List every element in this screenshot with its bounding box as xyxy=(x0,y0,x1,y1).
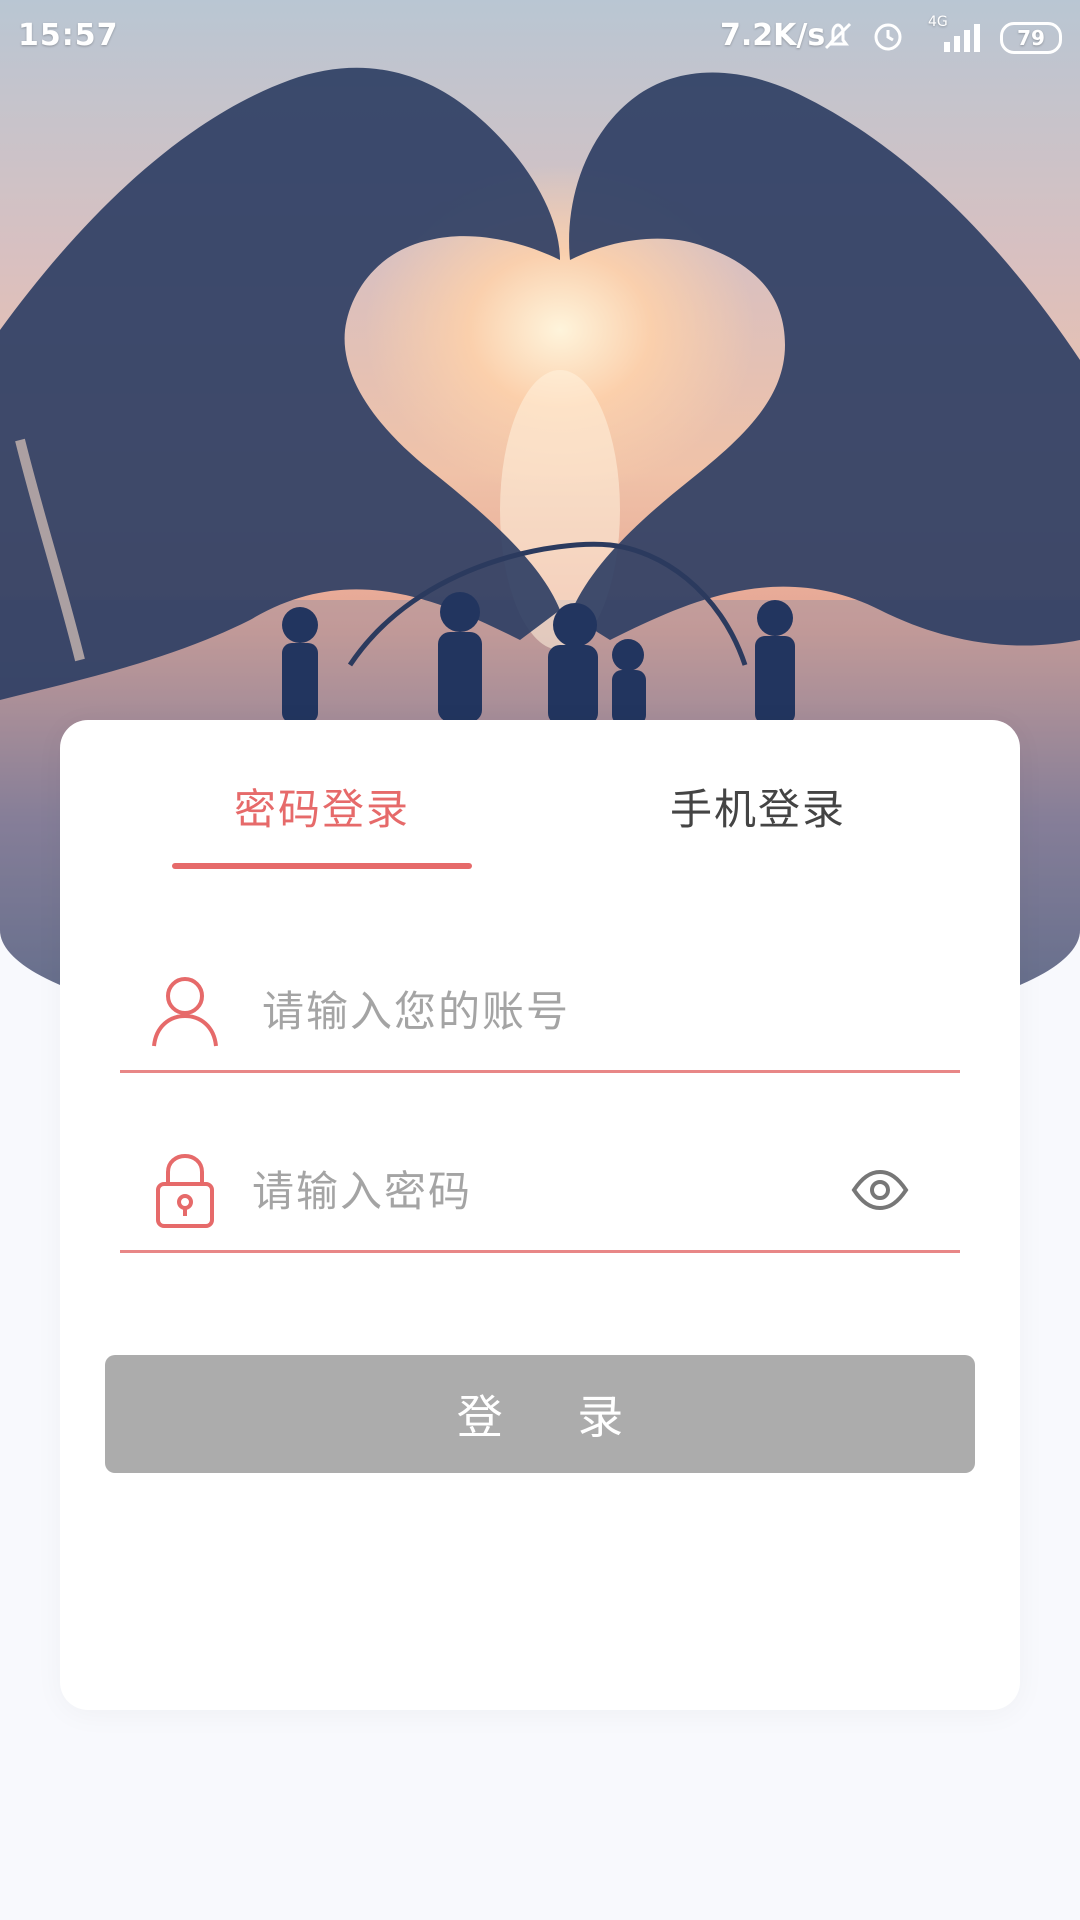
show-password-eye-icon[interactable] xyxy=(850,1160,910,1220)
signal-icon xyxy=(930,22,986,60)
battery-icon: 79 xyxy=(1000,22,1062,54)
user-icon xyxy=(150,970,220,1050)
account-input[interactable] xyxy=(260,978,824,1044)
password-field xyxy=(120,1130,960,1253)
password-input[interactable] xyxy=(250,1158,814,1224)
mute-bell-icon xyxy=(820,18,856,62)
active-tab-indicator xyxy=(172,863,472,869)
battery-level: 79 xyxy=(1017,26,1045,50)
account-field xyxy=(120,950,960,1073)
tab-password-login[interactable]: 密码登录 xyxy=(172,780,472,840)
lock-icon xyxy=(150,1150,220,1230)
status-net-speed: 7.2K/s xyxy=(720,18,826,53)
alarm-icon xyxy=(870,18,906,62)
status-time: 15:57 xyxy=(18,18,119,53)
status-bar: 15:57 7.2K/s 4G 79 xyxy=(0,0,1080,72)
tab-phone-login[interactable]: 手机登录 xyxy=(608,780,908,840)
login-card: 密码登录 手机登录 登 录 xyxy=(60,720,1020,1710)
login-button[interactable]: 登 录 xyxy=(105,1355,975,1473)
